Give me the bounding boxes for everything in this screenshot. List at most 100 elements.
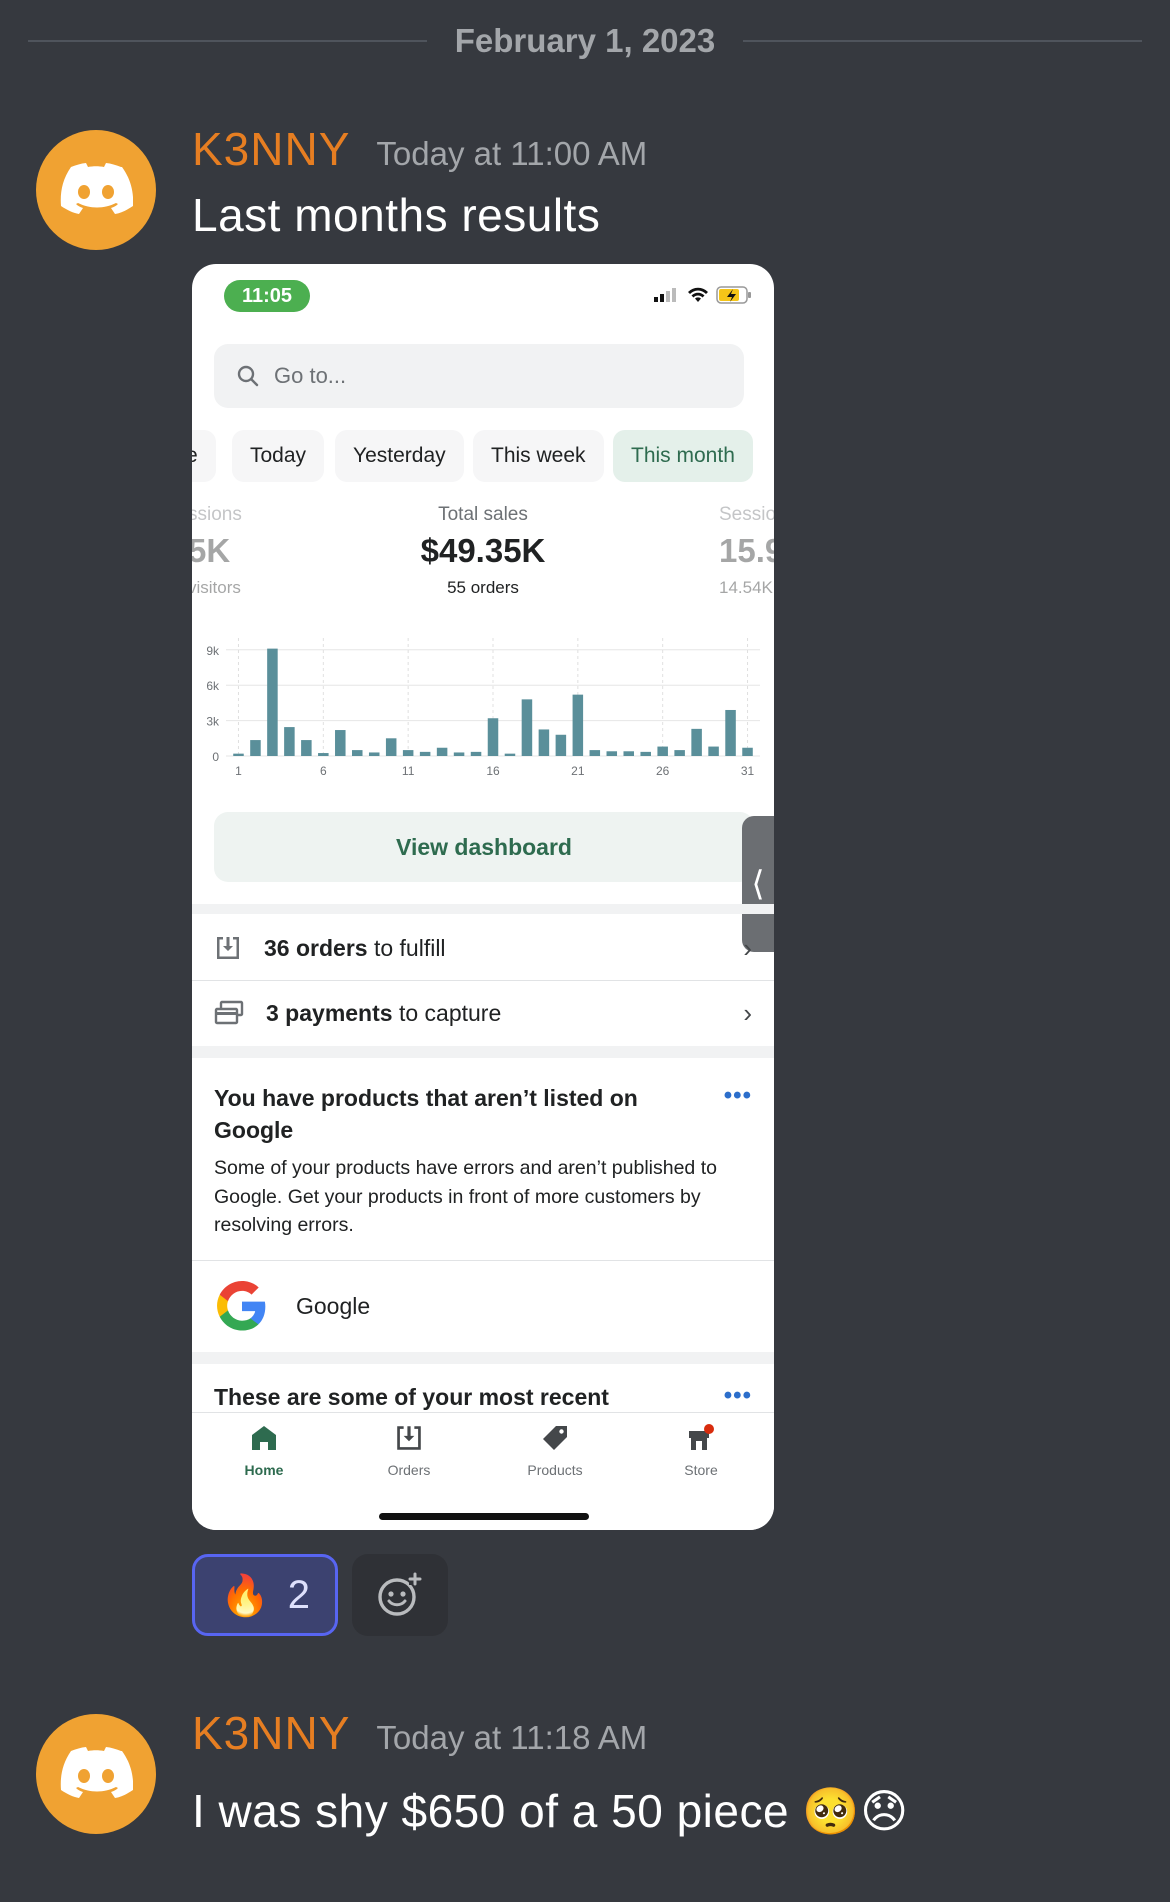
x-tick-label: 6	[320, 764, 327, 778]
tab-store[interactable]: Store	[651, 1423, 751, 1478]
payments-count: 3 payments	[266, 999, 393, 1026]
chart-bar	[233, 753, 244, 756]
inbox-download-icon	[217, 937, 239, 959]
payments-to-capture-text: 3 payments to capture	[266, 1000, 501, 1027]
y-tick-label: 0	[212, 750, 219, 764]
stat-label: Sessio	[719, 504, 774, 525]
filter-chip-today[interactable]: Today	[232, 430, 325, 482]
view-dashboard-button[interactable]: View dashboard	[214, 812, 754, 882]
timestamp: Today at 11:18 AM	[376, 1719, 648, 1756]
google-channel-row[interactable]: Google	[214, 1278, 370, 1334]
avatar[interactable]	[36, 130, 156, 250]
orders-to-fulfill-text: 36 orders to fulfill	[264, 935, 446, 962]
avatar[interactable]	[36, 1714, 156, 1834]
system-status-icons	[654, 286, 752, 304]
filter-chip-yesterday[interactable]: Yesterday	[335, 430, 464, 482]
tab-orders[interactable]: Orders	[359, 1423, 459, 1478]
chart-bar	[436, 747, 448, 756]
add-reaction-icon	[378, 1572, 422, 1616]
stat-sub: 55 orders	[447, 578, 519, 597]
section-divider	[192, 1352, 774, 1364]
chart-bar	[555, 734, 567, 756]
stat-sub: visitors	[192, 578, 241, 597]
bottom-tab-bar: Home Orders Products Store	[192, 1412, 774, 1530]
more-options-icon[interactable]: •••	[724, 1082, 752, 1110]
row-divider	[192, 1260, 774, 1261]
status-time: 11:05	[224, 280, 310, 312]
divider-line	[743, 40, 1142, 42]
chart-bar	[538, 729, 550, 756]
filter-chip-this-week[interactable]: This week	[473, 430, 604, 482]
image-attachment[interactable]: 11:05 Go to... e Today Yesterday This we…	[192, 264, 774, 1530]
stat-label: Total sales	[438, 504, 528, 525]
reaction-fire[interactable]: 🔥 2	[192, 1554, 338, 1636]
message-header: K3NNY Today at 11:18 AM	[192, 1706, 647, 1760]
tab-products[interactable]: Products	[505, 1423, 605, 1478]
username[interactable]: K3NNY	[192, 1706, 350, 1760]
chart-bar	[606, 751, 618, 756]
filter-chip[interactable]: e	[192, 430, 216, 482]
orders-icon	[397, 1426, 421, 1450]
chevron-right-icon: ›	[743, 932, 752, 963]
stat-sessions-right[interactable]: Sessio 15.9 14.54K	[719, 504, 774, 598]
google-card-body: Some of your products have errors and ar…	[214, 1157, 717, 1236]
search-icon	[237, 365, 259, 387]
chevron-right-icon: ›	[743, 997, 752, 1028]
message-text: I was shy $650 of a 50 piece 🥺😞	[192, 1785, 909, 1837]
chart-bar	[725, 709, 736, 756]
stat-sub: 14.54K	[719, 578, 773, 597]
timestamp: Today at 11:00 AM	[376, 135, 648, 172]
chart-bar	[284, 727, 295, 756]
tag-icon	[543, 1426, 567, 1450]
x-tick-label: 11	[402, 764, 415, 778]
store-icon	[689, 1424, 714, 1450]
google-logo-icon	[217, 1281, 266, 1331]
orders-suffix: to fulfill	[367, 934, 446, 961]
chart-bar	[453, 752, 465, 756]
x-tick-label: 16	[486, 764, 500, 778]
tab-home[interactable]: Home	[214, 1423, 314, 1478]
chart-bar	[640, 751, 651, 756]
tab-label: Home	[244, 1462, 284, 1478]
stat-value: 15.9	[719, 532, 774, 569]
stat-value: 5K	[192, 532, 231, 569]
chart-bar	[674, 750, 685, 756]
chart-bar	[691, 728, 702, 756]
payment-card-icon	[214, 1000, 244, 1025]
chart-bar	[487, 718, 499, 756]
fire-emoji: 🔥	[219, 1573, 270, 1618]
chart-bar	[589, 750, 601, 756]
discord-logo-icon	[60, 163, 133, 214]
y-tick-label: 3k	[206, 715, 220, 729]
y-tick-label: 9k	[206, 644, 220, 658]
chart-bar	[351, 750, 363, 756]
chart-bar	[385, 738, 397, 756]
chart-bar	[318, 753, 329, 756]
x-tick-label: 1	[235, 764, 242, 778]
payments-suffix: to capture	[392, 999, 502, 1026]
stat-label: ssions	[192, 504, 242, 525]
home-indicator	[379, 1513, 589, 1520]
sales-bar-chart: 03k6k9k1 6 11 16 21 26 31	[206, 638, 760, 778]
chart-bar	[470, 751, 482, 756]
stat-total-sales[interactable]: Total sales $49.35K 55 orders	[383, 504, 583, 598]
message-header: K3NNY Today at 11:00 AM	[192, 122, 647, 176]
chart-bar	[708, 746, 719, 756]
payments-to-capture-row[interactable]: 3 payments to capture ›	[192, 981, 774, 1045]
chart-bar	[335, 730, 346, 756]
more-options-icon[interactable]: •••	[724, 1382, 752, 1410]
date-filter-chips: e Today Yesterday This week This month	[192, 430, 774, 482]
add-reaction-button[interactable]	[352, 1554, 448, 1636]
stat-value: $49.35K	[420, 532, 546, 569]
y-tick-label: 6k	[206, 679, 220, 693]
orders-to-fulfill-row[interactable]: 36 orders to fulfill ›	[192, 916, 774, 980]
username[interactable]: K3NNY	[192, 122, 350, 176]
chart-bar	[267, 648, 278, 756]
tab-label: Products	[527, 1462, 583, 1478]
stat-sessions-left[interactable]: ssions 5K visitors	[192, 504, 242, 598]
filter-chip-this-month[interactable]: This month	[613, 430, 753, 482]
section-divider	[192, 904, 774, 914]
date-divider: February 1, 2023	[28, 18, 1142, 64]
search-input[interactable]: Go to...	[214, 344, 744, 408]
chevron-left-icon: ⟨	[751, 865, 765, 903]
